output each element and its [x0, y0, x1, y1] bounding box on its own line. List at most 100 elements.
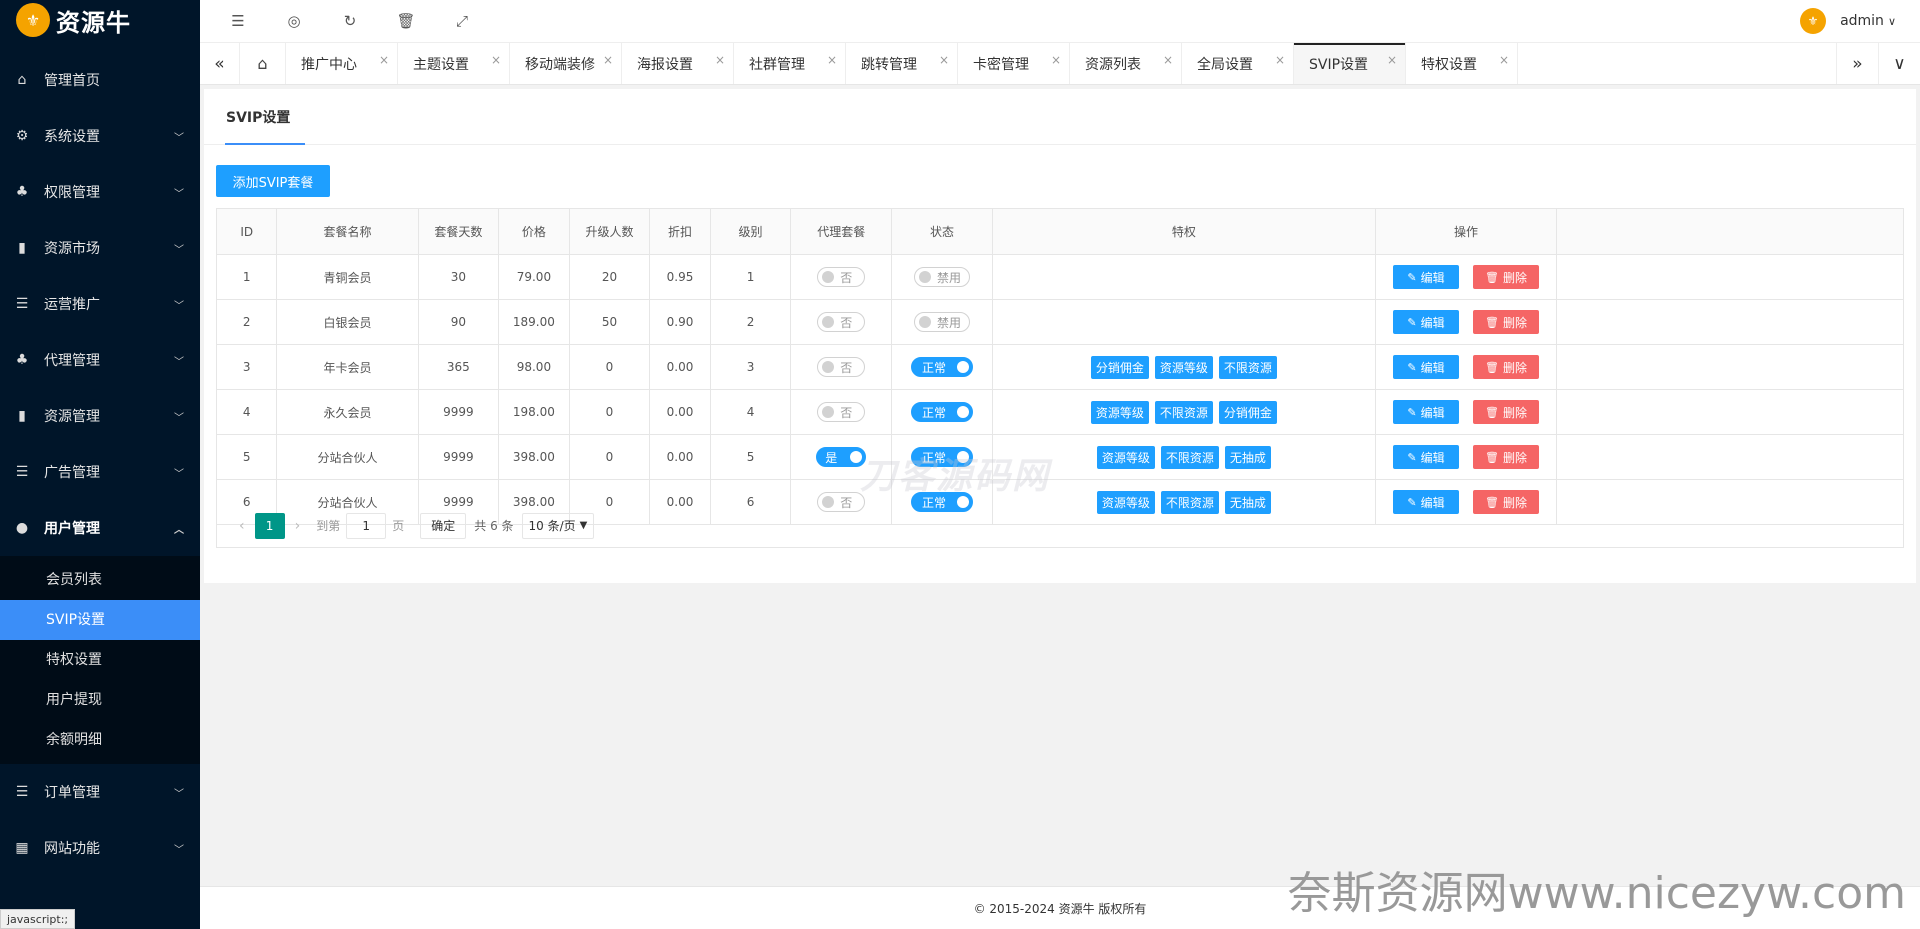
- cell-actions: ✎ 编辑 🗑 删除: [1374, 434, 1558, 480]
- close-icon[interactable]: ×: [491, 53, 501, 67]
- close-icon[interactable]: ×: [1163, 53, 1173, 67]
- logo[interactable]: ⚜ 资源牛: [0, 0, 200, 40]
- close-icon[interactable]: ×: [827, 53, 837, 67]
- delete-button[interactable]: 🗑 删除: [1473, 400, 1539, 424]
- user-menu[interactable]: ⚜ admin ∨: [1800, 8, 1896, 34]
- close-icon[interactable]: ×: [379, 53, 389, 67]
- sidebar-item[interactable]: ♣ 代理管理 ﹀: [0, 332, 200, 388]
- table-row: 2 白银会员 90 189.00 50 0.90 2 否禁用 ✎ 编辑 🗑 删除: [215, 299, 1904, 345]
- sidebar-subitem[interactable]: 余额明细: [0, 720, 200, 760]
- tab-item[interactable]: 海报设置 ×: [622, 43, 734, 84]
- refresh-icon[interactable]: ↻: [322, 12, 378, 30]
- sidebar-subitem[interactable]: 会员列表: [0, 560, 200, 600]
- trash-icon: 🗑: [1485, 315, 1499, 329]
- tab-item[interactable]: 推广中心 ×: [286, 43, 398, 84]
- delete-label: 删除: [1502, 315, 1527, 330]
- close-icon[interactable]: ×: [1275, 53, 1285, 67]
- tab-scroll-right-icon[interactable]: »: [1836, 43, 1878, 84]
- username[interactable]: admin: [1840, 13, 1884, 29]
- goto-confirm-button[interactable]: 确定: [420, 512, 467, 539]
- next-page-icon[interactable]: ›: [295, 518, 301, 534]
- trash-icon[interactable]: 🗑: [378, 12, 434, 30]
- tab-item[interactable]: SVIP设置 ×: [1294, 43, 1406, 84]
- tab-dropdown-icon[interactable]: ∨: [1878, 43, 1920, 84]
- tab-item[interactable]: 跳转管理 ×: [846, 43, 958, 84]
- close-icon[interactable]: ×: [715, 53, 725, 67]
- page-size-select[interactable]: 10 条/页 ▼: [521, 512, 595, 539]
- cell-perks: [991, 299, 1376, 345]
- column-header: 操作: [1374, 208, 1558, 255]
- sidebar-item[interactable]: ♣ 权限管理 ﹀: [0, 164, 200, 220]
- agent-toggle[interactable]: 否: [817, 267, 866, 287]
- sidebar-item[interactable]: ⌂ 管理首页: [0, 52, 200, 108]
- sidebar-item[interactable]: ☰ 订单管理 ﹀: [0, 764, 200, 820]
- total-count: 共 6 条: [474, 519, 514, 533]
- cell-status: 正常: [891, 344, 993, 390]
- chevron-down-icon: ﹀: [174, 788, 184, 800]
- delete-button[interactable]: 🗑 删除: [1473, 310, 1539, 334]
- agent-toggle[interactable]: 否: [817, 312, 866, 332]
- sidebar-subitem[interactable]: 特权设置: [0, 640, 200, 680]
- globe-icon[interactable]: ◎: [266, 12, 322, 30]
- add-svip-button[interactable]: 添加SVIP套餐: [216, 165, 330, 197]
- sidebar-item[interactable]: ▦ 网站功能 ﹀: [0, 820, 200, 876]
- chevron-down-icon: ﹀: [174, 844, 184, 856]
- goto-page-input[interactable]: 1: [346, 512, 387, 539]
- cell-price: 398.00: [498, 434, 570, 480]
- tab-item[interactable]: 全局设置 ×: [1182, 43, 1294, 84]
- home-tab-icon[interactable]: ⌂: [240, 43, 286, 84]
- close-icon[interactable]: ×: [1387, 53, 1397, 67]
- menu-toggle-icon[interactable]: ☰: [210, 12, 266, 30]
- edit-button[interactable]: ✎ 编辑: [1393, 265, 1459, 289]
- delete-button[interactable]: 🗑 删除: [1473, 355, 1539, 379]
- sidebar-item-label: 网站功能: [44, 841, 100, 857]
- tab-svip-settings[interactable]: SVIP设置: [226, 107, 290, 127]
- status-toggle[interactable]: 正常: [910, 402, 973, 422]
- tab-item[interactable]: 特权设置 ×: [1406, 43, 1518, 84]
- fullscreen-icon[interactable]: ⤢: [434, 12, 490, 30]
- goto-label: 到第: [316, 519, 341, 533]
- cell-agent: 否: [790, 344, 893, 390]
- agent-toggle[interactable]: 否: [817, 357, 866, 377]
- tab-item[interactable]: 主题设置 ×: [398, 43, 510, 84]
- table-row: 3 年卡会员 365 98.00 0 0.00 3 否正常 分销佣金 资源等级 不限资源 ✎ 编辑 🗑 删除: [215, 344, 1904, 390]
- edit-button[interactable]: ✎ 编辑: [1393, 445, 1459, 469]
- delete-label: 删除: [1502, 270, 1527, 285]
- close-icon[interactable]: ×: [1051, 53, 1061, 67]
- status-toggle[interactable]: 禁用: [913, 312, 970, 332]
- status-toggle[interactable]: 禁用: [913, 267, 970, 287]
- delete-button[interactable]: 🗑 删除: [1473, 265, 1539, 289]
- sidebar-item[interactable]: ▮ 资源管理 ﹀: [0, 388, 200, 444]
- tab-item[interactable]: 资源列表 ×: [1070, 43, 1182, 84]
- close-icon[interactable]: ×: [1499, 53, 1509, 67]
- prev-page-icon[interactable]: ‹: [239, 518, 245, 534]
- tab-item[interactable]: 移动端装修 ×: [510, 43, 622, 84]
- sidebar-item[interactable]: ● 用户管理 ︿: [0, 500, 200, 556]
- edit-button[interactable]: ✎ 编辑: [1393, 355, 1459, 379]
- sidebar-item[interactable]: ▮ 资源市场 ﹀: [0, 220, 200, 276]
- top-header: ☰ ◎ ↻ 🗑 ⤢ ⚜ admin ∨: [200, 0, 1920, 42]
- tab-scroll-left-icon[interactable]: «: [200, 43, 240, 84]
- tab-item[interactable]: 社群管理 ×: [734, 43, 846, 84]
- current-page[interactable]: 1: [254, 512, 285, 539]
- cell-perks: 分销佣金 资源等级 不限资源: [991, 344, 1376, 390]
- sidebar-subitem[interactable]: 用户提现: [0, 680, 200, 720]
- close-icon[interactable]: ×: [603, 53, 613, 67]
- sidebar-item[interactable]: ☰ 运营推广 ﹀: [0, 276, 200, 332]
- cell-id: 2: [215, 299, 278, 345]
- cell-level: 5: [709, 434, 792, 480]
- tab-item[interactable]: 卡密管理 ×: [958, 43, 1070, 84]
- avatar[interactable]: ⚜: [1800, 8, 1827, 34]
- close-icon[interactable]: ×: [939, 53, 949, 67]
- status-toggle[interactable]: 正常: [910, 357, 973, 377]
- sidebar-item[interactable]: ☰ 广告管理 ﹀: [0, 444, 200, 500]
- agent-toggle[interactable]: 是: [816, 447, 867, 467]
- sidebar-subitem[interactable]: SVIP设置: [0, 600, 200, 640]
- delete-button[interactable]: 🗑 删除: [1473, 445, 1539, 469]
- sidebar-item[interactable]: ⚙ 系统设置 ﹀: [0, 108, 200, 164]
- edit-button[interactable]: ✎ 编辑: [1393, 310, 1459, 334]
- edit-button[interactable]: ✎ 编辑: [1393, 400, 1459, 424]
- bookmark-icon: ▮: [18, 240, 26, 256]
- chevron-down-icon[interactable]: ∨: [1888, 15, 1896, 28]
- agent-toggle[interactable]: 否: [817, 402, 866, 422]
